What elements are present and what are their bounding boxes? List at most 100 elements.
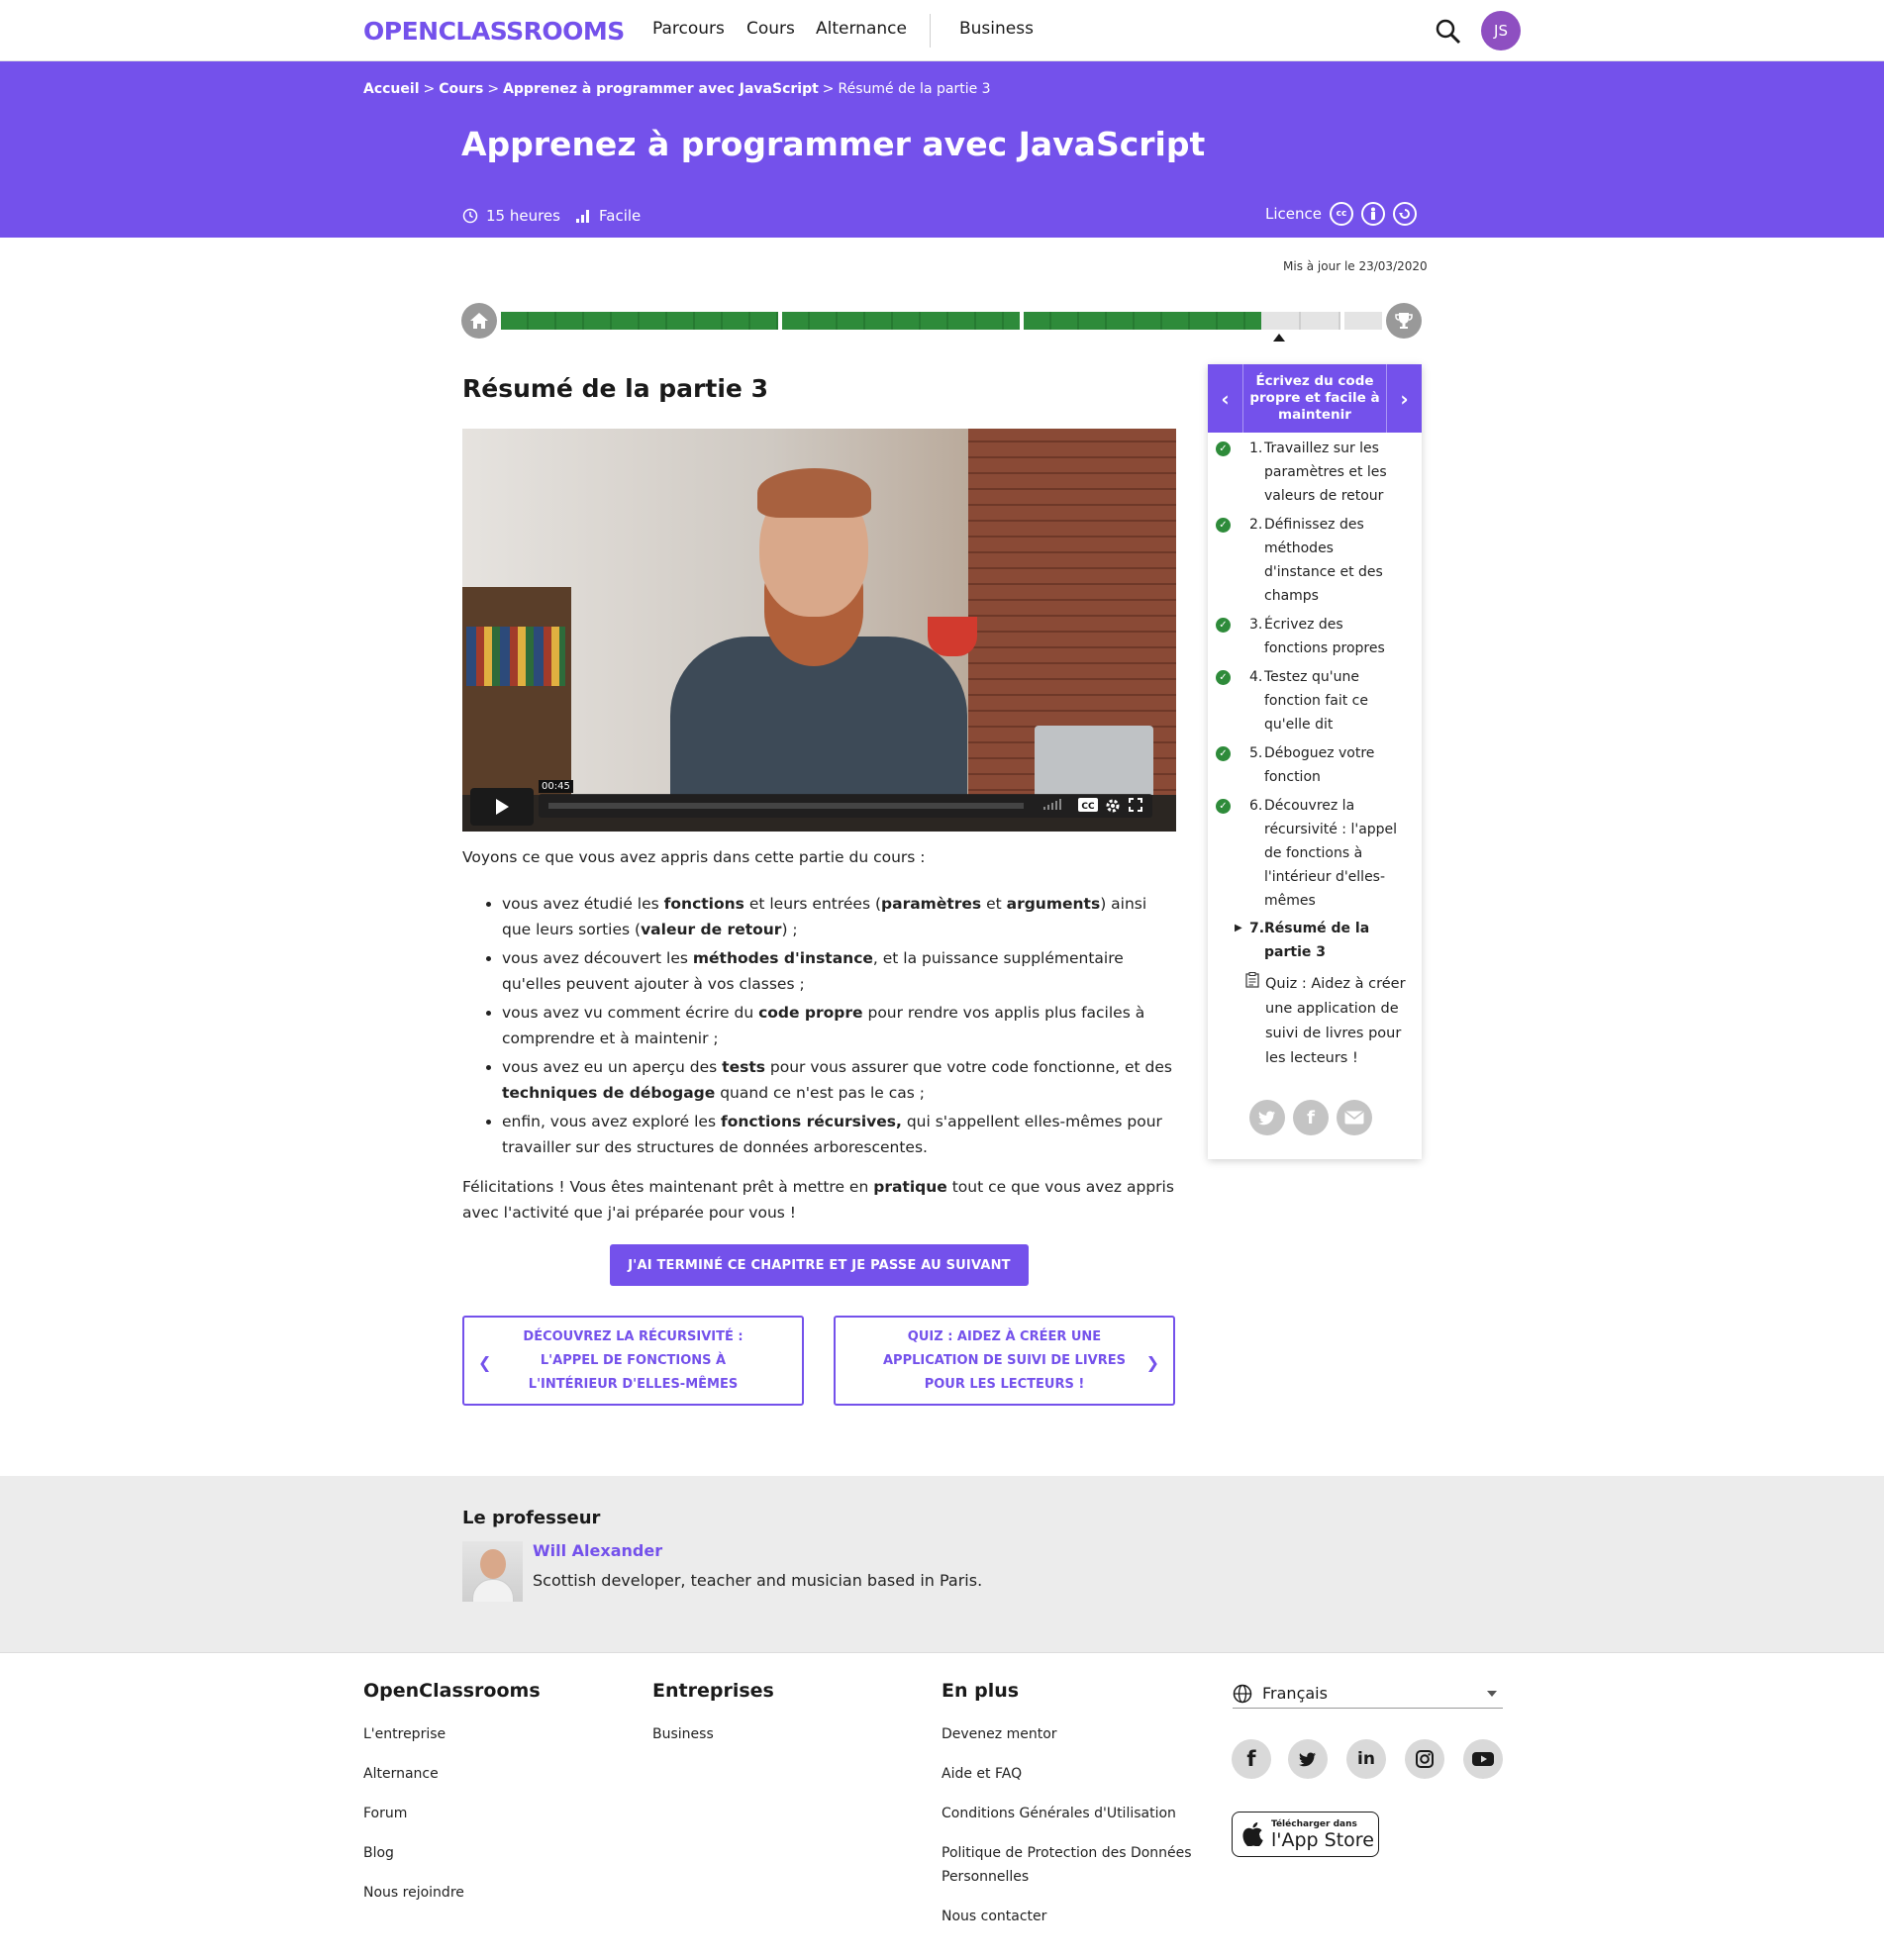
previous-chapter-card[interactable]: ❮ DÉCOUVREZ LA RÉCURSIVITÉ : L'APPEL DE … — [462, 1316, 804, 1406]
list-item: vous avez vu comment écrire du code prop… — [502, 1000, 1175, 1051]
clock-icon — [462, 208, 478, 224]
check-icon: ✓ — [1216, 618, 1231, 633]
sidebar-item-4[interactable]: ✓ 4. Testez qu'une fonction fait ce qu'e… — [1208, 665, 1422, 738]
footer-link-blog[interactable]: Blog — [363, 1841, 394, 1865]
video-controls: CC 00:45 — [462, 780, 1176, 832]
footer-link-nous-rejoindre[interactable]: Nous rejoindre — [363, 1881, 464, 1905]
next-chapter-card[interactable]: QUIZ : AIDEZ À CRÉER UNE APPLICATION DE … — [834, 1316, 1175, 1406]
breadcrumb-courses[interactable]: Cours — [439, 81, 483, 97]
nav-divider — [930, 14, 931, 48]
apple-icon — [1242, 1822, 1263, 1846]
sidebar-item-5[interactable]: ✓ 5. Déboguez votre fonction — [1208, 741, 1422, 791]
twitter-icon[interactable] — [1288, 1739, 1328, 1779]
cc-by-icon — [1360, 202, 1385, 226]
summary-intro: Voyons ce que vous avez appris dans cett… — [462, 848, 926, 866]
footer-link-privacy[interactable]: Politique de Protection des Données Pers… — [942, 1841, 1209, 1889]
previous-part-button[interactable]: ‹ — [1208, 364, 1243, 433]
appstore-small-text: Télécharger dans — [1271, 1819, 1357, 1829]
sidebar-section-title: Écrivez du code propre et facile à maint… — [1249, 373, 1380, 423]
footer-col-en-plus-title: En plus — [942, 1680, 1020, 1702]
course-duration: 15 heures — [462, 207, 560, 225]
progress-part-3-remaining — [1261, 312, 1340, 330]
seekbar-track — [548, 803, 1024, 809]
breadcrumb-home[interactable]: Accueil — [363, 81, 420, 97]
duration-text: 15 heures — [486, 207, 560, 225]
openclassrooms-logo[interactable]: OPENCLASSROOMS — [363, 17, 625, 46]
sidebar-item-label: Testez qu'une fonction fait ce qu'elle d… — [1264, 669, 1368, 733]
language-select[interactable]: Français — [1233, 1679, 1503, 1709]
footer-link-contact[interactable]: Nous contacter — [942, 1905, 1046, 1928]
twitter-share-icon[interactable] — [1249, 1100, 1285, 1135]
item-number: 3. — [1249, 617, 1263, 633]
footer-link-cgu[interactable]: Conditions Générales d'Utilisation — [942, 1802, 1176, 1825]
check-icon: ✓ — [1216, 518, 1231, 533]
nav-alternance[interactable]: Alternance — [816, 19, 907, 39]
footer-link-alternance[interactable]: Alternance — [363, 1762, 439, 1786]
play-button[interactable] — [470, 788, 534, 826]
captions-icon[interactable]: CC — [1078, 798, 1098, 815]
sidebar-item-2[interactable]: ✓ 2. Définissez des méthodes d'instance … — [1208, 513, 1422, 612]
fullscreen-icon[interactable] — [1129, 798, 1142, 815]
footer-link-aide-faq[interactable]: Aide et FAQ — [942, 1762, 1022, 1786]
breadcrumb-course[interactable]: Apprenez à programmer avec JavaScript — [503, 81, 819, 97]
sidebar-item-6[interactable]: ✓ 6. Découvrez la récursivité : l'appel … — [1208, 794, 1422, 917]
sidebar-item-7-current[interactable]: ▶ 7. Résumé de la partie 3 — [1208, 917, 1422, 966]
teacher-name-link[interactable]: Will Alexander — [533, 1541, 662, 1560]
course-level: Facile — [575, 207, 641, 225]
video-player[interactable]: CC 00:45 — [462, 429, 1176, 832]
sidebar-item-3[interactable]: ✓ 3. Écrivez des fonctions propres — [1208, 613, 1422, 662]
linkedin-icon[interactable]: in — [1346, 1739, 1386, 1779]
level-bars-icon — [576, 210, 589, 223]
sidebar-item-quiz[interactable]: Quiz : Aidez à créer une application de … — [1208, 972, 1422, 1071]
facebook-icon[interactable]: f — [1232, 1739, 1271, 1779]
video-frame — [928, 617, 977, 656]
video-frame — [462, 587, 571, 805]
licence[interactable]: Licence cc — [1265, 202, 1417, 226]
settings-gear-icon[interactable] — [1105, 798, 1121, 817]
app-store-badge[interactable]: Télécharger dans l'App Store — [1232, 1812, 1379, 1857]
sidebar-item-1[interactable]: ✓ 1. Travaillez sur les paramètres et le… — [1208, 437, 1422, 510]
footer-link-devenez-mentor[interactable]: Devenez mentor — [942, 1722, 1057, 1746]
nav-parcours[interactable]: Parcours — [652, 19, 725, 39]
video-frame — [757, 468, 871, 518]
video-seekbar[interactable]: CC — [539, 794, 1152, 818]
licence-label: Licence — [1265, 205, 1322, 223]
teacher-photo — [462, 1541, 523, 1602]
next-part-button[interactable]: › — [1386, 364, 1422, 433]
svg-text:CC: CC — [1081, 802, 1095, 812]
list-item: enfin, vous avez exploré les fonctions r… — [502, 1109, 1175, 1160]
sidebar-item-label: Résumé de la partie 3 — [1264, 921, 1370, 960]
course-title: Apprenez à programmer avec JavaScript — [461, 125, 1206, 163]
nav-business[interactable]: Business — [959, 19, 1034, 39]
trophy-icon — [1386, 303, 1422, 339]
list-item: vous avez eu un aperçu des tests pour vo… — [502, 1054, 1175, 1106]
email-share-icon[interactable] — [1337, 1100, 1372, 1135]
footer-link-business[interactable]: Business — [652, 1722, 714, 1746]
nav-cours[interactable]: Cours — [746, 19, 795, 39]
play-icon — [496, 799, 509, 815]
congrats-text: Félicitations ! Vous êtes maintenant prê… — [462, 1178, 1174, 1222]
chevron-right-icon: ❯ — [1145, 1353, 1159, 1372]
volume-icon[interactable] — [1043, 798, 1065, 813]
cc-sa-icon — [1392, 202, 1417, 226]
chevron-left-icon: ❮ — [478, 1353, 492, 1372]
appstore-large-text: l'App Store — [1271, 1829, 1374, 1851]
footer-col-entreprises-title: Entreprises — [652, 1680, 774, 1702]
teacher-heading: Le professeur — [462, 1508, 601, 1528]
user-avatar[interactable]: JS — [1481, 11, 1521, 50]
instagram-icon[interactable] — [1405, 1739, 1444, 1779]
chapter-title: Résumé de la partie 3 — [462, 374, 768, 403]
search-icon[interactable] — [1435, 18, 1462, 46]
facebook-share-icon[interactable]: f — [1293, 1100, 1329, 1135]
home-icon[interactable] — [461, 303, 497, 339]
item-number: 5. — [1249, 745, 1263, 761]
progress-part-1 — [501, 312, 778, 330]
youtube-icon[interactable] — [1463, 1739, 1503, 1779]
previous-chapter-label: DÉCOUVREZ LA RÉCURSIVITÉ : L'APPEL DE FO… — [523, 1328, 744, 1392]
footer-link-entreprise[interactable]: L'entreprise — [363, 1722, 446, 1746]
chevron-right-icon: › — [1400, 386, 1409, 411]
course-hero: Accueil > Cours > Apprenez à programmer avec… — [0, 61, 1884, 238]
footer-link-forum[interactable]: Forum — [363, 1802, 407, 1825]
chevron-down-icon — [1487, 1691, 1497, 1697]
chapter-complete-button[interactable]: J'AI TERMINÉ CE CHAPITRE ET JE PASSE AU … — [610, 1244, 1029, 1286]
